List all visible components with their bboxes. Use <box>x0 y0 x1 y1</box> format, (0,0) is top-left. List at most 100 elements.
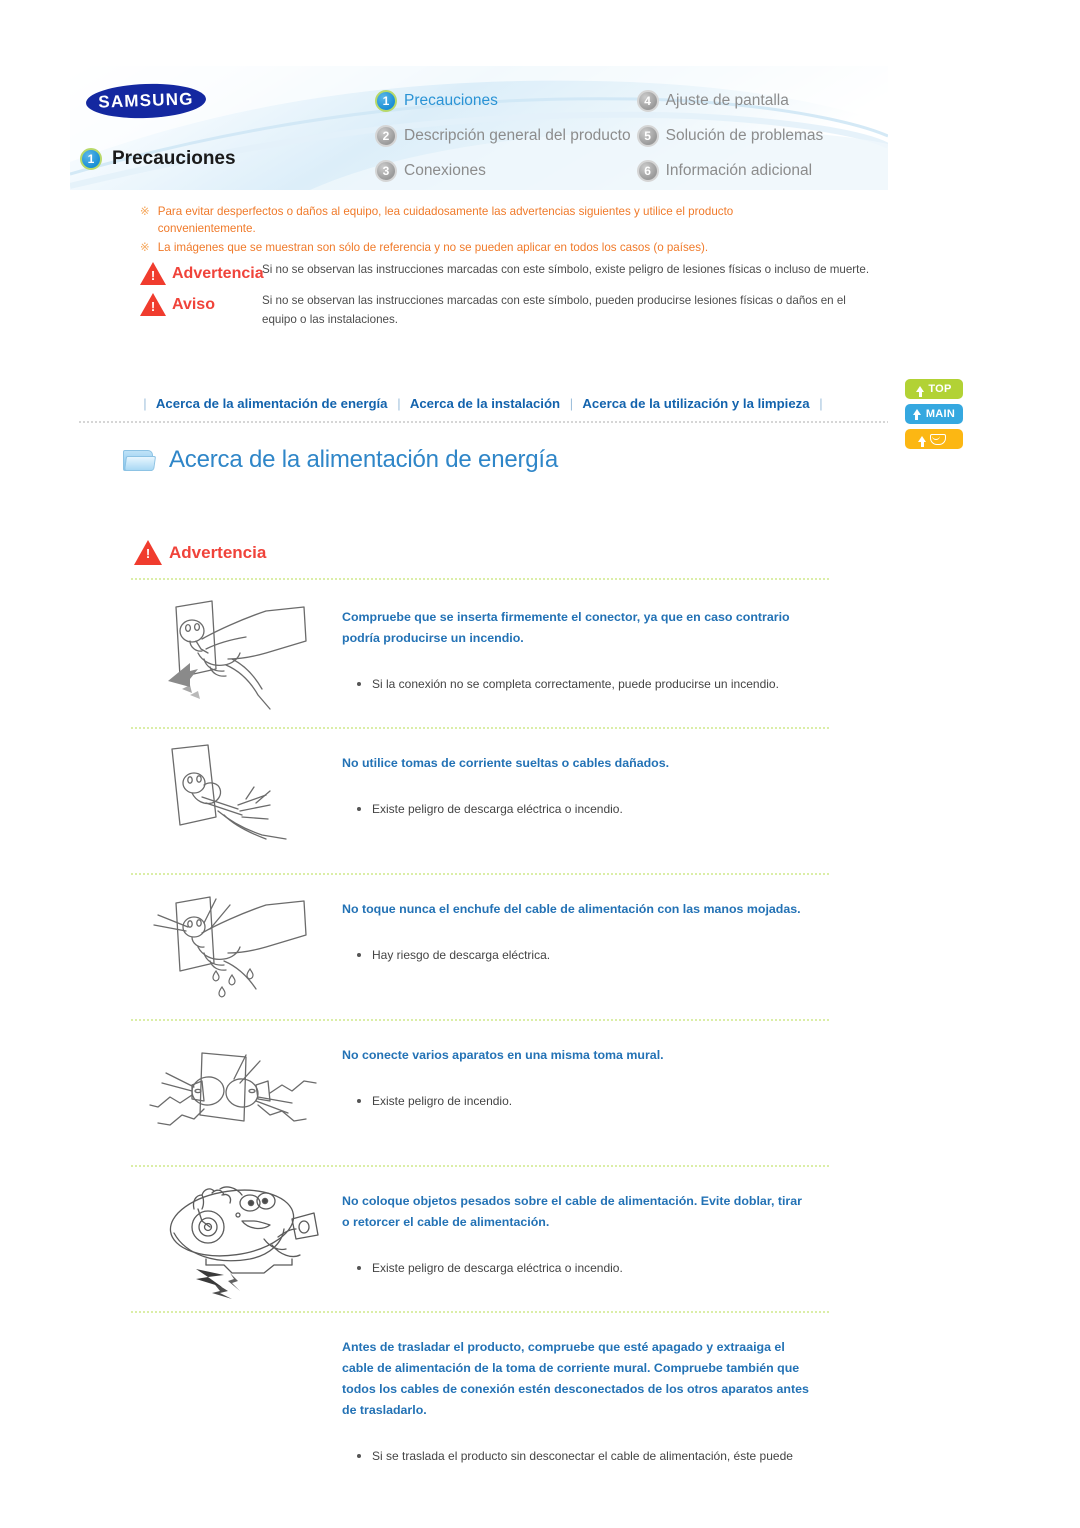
symbol-name-label: Advertencia <box>172 264 264 282</box>
symbol-name-label: Aviso <box>172 295 215 313</box>
symbol-legend-advertencia: Advertencia Si no se observan las instru… <box>140 260 900 285</box>
nav-label-3: Conexiones <box>404 162 486 179</box>
nav-label-6: Información adicional <box>665 162 813 179</box>
block-bullet: Existe peligro de descarga eléctrica o i… <box>342 1259 830 1278</box>
link-acerca-alimentacion[interactable]: Acerca de la alimentación de energía <box>156 396 388 411</box>
arrow-up-icon <box>918 436 926 447</box>
block-illustration <box>130 1177 342 1299</box>
linkbar-separator: | <box>819 396 823 411</box>
block-title: No coloque objetos pesados sobre el cabl… <box>342 1194 802 1229</box>
warning-block: No utilice tomas de corriente sueltas o … <box>130 729 830 873</box>
loose-outlet-with-damaged-cable-icon <box>171 744 287 840</box>
symbol-description: Si no se observan las instrucciones marc… <box>262 294 846 326</box>
nav-label-4: Ajuste de pantalla <box>665 92 789 109</box>
block-body: No coloque objetos pesados sobre el cabl… <box>342 1177 830 1278</box>
mail-button[interactable] <box>905 429 963 449</box>
section-number-badge: 1 <box>80 148 102 170</box>
side-button-group: TOP MAIN <box>905 379 963 454</box>
warning-label-text: Advertencia <box>169 542 267 562</box>
bent-arrow-icon <box>912 408 922 420</box>
block-body: No toque nunca el enchufe del cable de a… <box>342 885 830 965</box>
nav-label-2: Descripción general del producto <box>404 127 631 144</box>
block-illustration <box>130 593 342 715</box>
linkbar-separator: | <box>143 396 147 411</box>
block-body: No conecte varios aparatos en una misma … <box>342 1031 830 1111</box>
block-title: Antes de trasladar el producto, comprueb… <box>342 1340 809 1417</box>
heavy-object-on-power-cable-icon <box>169 1186 319 1299</box>
block-bullet: Existe peligro de descarga eléctrica o i… <box>342 800 830 819</box>
block-body: No utilice tomas de corriente sueltas o … <box>342 739 830 819</box>
link-acerca-instalacion[interactable]: Acerca de la instalación <box>410 396 560 411</box>
block-illustration <box>130 885 342 1007</box>
section-name-label: Precauciones <box>112 148 236 169</box>
symbol-key: Advertencia <box>140 260 264 285</box>
block-bullets: Existe peligro de descarga eléctrica o i… <box>342 1259 830 1278</box>
nav-badge-5: 5 <box>636 125 659 147</box>
header-nav: 1 Precauciones 4 Ajuste de pantalla 2 De… <box>375 90 880 182</box>
block-bullets: Si se traslada el producto sin desconect… <box>342 1447 830 1466</box>
notice-item: ※ Para evitar desperfectos o daños al eq… <box>140 203 900 237</box>
multiple-plugs-in-one-outlet-icon <box>149 1052 317 1126</box>
hand-inserting-plug-into-wall-outlet-icon <box>168 600 307 710</box>
block-bullets: Si la conexión no se completa correctame… <box>342 675 830 694</box>
warning-label-divider <box>130 578 830 580</box>
linkbar-separator: | <box>569 396 574 411</box>
warning-triangle-icon <box>134 540 162 565</box>
section-title-row: Acerca de la alimentación de energía <box>122 446 558 474</box>
main-button-label: MAIN <box>925 408 956 420</box>
symbol-description: Si no se observan las instrucciones marc… <box>262 263 870 276</box>
warning-block: No toque nunca el enchufe del cable de a… <box>130 875 830 1019</box>
warning-block: No coloque objetos pesados sobre el cabl… <box>130 1167 830 1311</box>
nav-badge-3: 3 <box>375 160 397 182</box>
block-title: No utilice tomas de corriente sueltas o … <box>342 756 670 770</box>
wet-hand-touching-plug-icon <box>153 896 307 998</box>
block-bullets: Existe peligro de descarga eléctrica o i… <box>342 800 830 819</box>
block-bullets: Existe peligro de incendio. <box>342 1092 830 1111</box>
nav-item-conexiones[interactable]: 3 Conexiones <box>375 160 631 182</box>
nav-badge-6: 6 <box>636 160 659 182</box>
symbol-legend: Advertencia Si no se observan las instru… <box>140 260 900 329</box>
block-body: Compruebe que se inserta firmemente el c… <box>342 593 830 694</box>
link-acerca-utilizacion-limpieza[interactable]: Acerca de la utilización y la limpieza <box>582 396 809 411</box>
block-bullet: Si la conexión no se completa correctame… <box>342 675 830 694</box>
warning-blocks: Compruebe que se inserta firmemente el c… <box>130 583 830 1478</box>
linkbar-separator: | <box>397 396 401 411</box>
notice-mark-icon: ※ <box>140 241 150 254</box>
top-button[interactable]: TOP <box>905 379 963 399</box>
block-bullet: Hay riesgo de descarga eléctrica. <box>342 946 830 965</box>
notice-mark-icon: ※ <box>140 205 150 218</box>
warning-section-label: Advertencia <box>134 540 266 565</box>
breadcrumb-current-section: 1 Precauciones <box>80 148 236 170</box>
nav-item-solucion-de-problemas[interactable]: 5 Solución de problemas <box>636 125 880 147</box>
nav-item-ajuste-de-pantalla[interactable]: 4 Ajuste de pantalla <box>636 90 880 112</box>
notices-block: ※ Para evitar desperfectos o daños al eq… <box>140 203 900 335</box>
section-linkbar: | Acerca de la alimentación de energía |… <box>78 396 888 411</box>
warning-block: No conecte varios aparatos en una misma … <box>130 1021 830 1165</box>
symbol-legend-aviso: Aviso Si no se observan las instruccione… <box>140 291 900 329</box>
envelope-icon <box>930 433 946 445</box>
main-button[interactable]: MAIN <box>905 404 963 424</box>
folder-icon <box>122 447 157 473</box>
nav-item-informacion-adicional[interactable]: 6 Información adicional <box>636 160 880 182</box>
warning-triangle-icon <box>140 262 166 285</box>
block-bullet: Si se traslada el producto sin desconect… <box>342 1447 830 1466</box>
page-title: Acerca de la alimentación de energía <box>169 446 559 473</box>
block-title: No conecte varios aparatos en una misma … <box>342 1048 664 1062</box>
samsung-logo-text: SAMSUNG <box>98 89 194 112</box>
nav-badge-1: 1 <box>375 90 397 112</box>
symbol-key: Aviso <box>140 291 262 316</box>
block-illustration <box>130 1323 342 1327</box>
nav-item-descripcion-general[interactable]: 2 Descripción general del producto <box>375 125 631 147</box>
top-button-label: TOP <box>928 383 952 395</box>
arrow-up-icon <box>916 386 925 397</box>
page-header: SAMSUNG 1 Precauciones 1 Precauciones 4 … <box>70 66 888 190</box>
nav-label-1: Precauciones <box>404 92 498 109</box>
notice-text: La imágenes que se muestran son sólo de … <box>157 241 709 254</box>
warning-block: Antes de trasladar el producto, comprueb… <box>130 1313 830 1478</box>
warning-triangle-icon <box>140 293 166 316</box>
warning-block: Compruebe que se inserta firmemente el c… <box>130 583 830 727</box>
block-body: Antes de trasladar el producto, comprueb… <box>342 1323 830 1466</box>
block-illustration <box>130 739 342 861</box>
block-title: Compruebe que se inserta firmemente el c… <box>342 610 790 645</box>
nav-item-precauciones[interactable]: 1 Precauciones <box>375 90 631 112</box>
